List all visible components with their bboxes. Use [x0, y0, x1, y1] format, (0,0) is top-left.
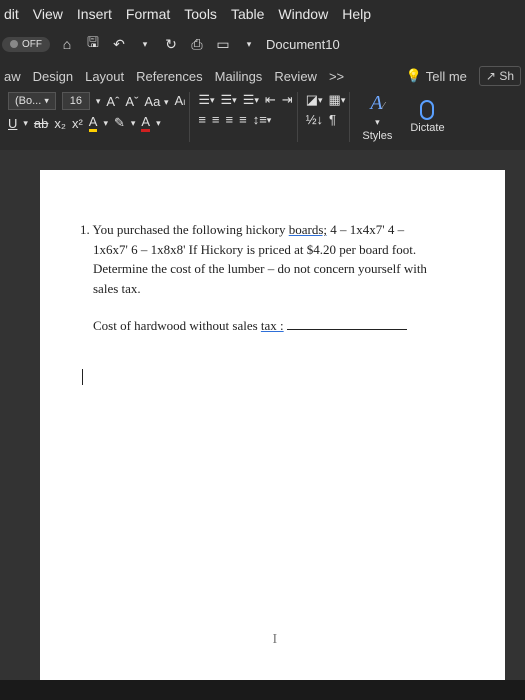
borders-button[interactable]: ▦▾ [329, 92, 346, 108]
highlight-button[interactable]: A [89, 114, 98, 132]
sort-button[interactable]: ½↓ [306, 112, 323, 127]
text-line: 4 – 1x4x7' 4 – [327, 222, 404, 237]
styles-label: Styles [362, 130, 392, 142]
undo-icon[interactable]: ↶ [110, 36, 128, 53]
document-viewport[interactable]: 1. You purchased the following hickory b… [0, 150, 525, 680]
microphone-icon [420, 100, 434, 120]
list-number: 1. [80, 222, 90, 237]
document-page[interactable]: 1. You purchased the following hickory b… [40, 170, 505, 680]
chevron-down-icon[interactable]: ▾ [103, 118, 108, 129]
align-center-button[interactable]: ≡ [212, 112, 220, 127]
underlined-word: boards; [289, 222, 327, 237]
font-group: (Bo... ▾ 16 ▾ Aˆ Aˇ Aa ▾ Aₗ U ▾ ab x₂ x²… [4, 92, 190, 142]
menu-window[interactable]: Window [278, 6, 328, 22]
change-case-label: Aa [144, 94, 160, 109]
home-icon[interactable]: ⌂ [58, 36, 76, 52]
chevron-down-icon[interactable]: ▾ [96, 96, 101, 107]
align-left-button[interactable]: ≡ [198, 112, 206, 127]
align-right-button[interactable]: ≡ [226, 112, 234, 127]
text-line: sales tax. [93, 281, 141, 296]
text-line: You purchased the following hickory [93, 222, 289, 237]
menu-view[interactable]: View [33, 6, 63, 22]
menu-format[interactable]: Format [126, 6, 170, 22]
decrease-indent-button[interactable]: ⇤ [265, 92, 276, 108]
dictate-button[interactable]: Dictate [404, 92, 450, 142]
document-title: Document10 [266, 37, 340, 52]
menu-tools[interactable]: Tools [184, 6, 217, 22]
menu-help[interactable]: Help [342, 6, 371, 22]
strikethrough-button[interactable]: ab [34, 116, 48, 131]
toggle-dot-icon [10, 40, 18, 48]
undo-dropdown-icon[interactable]: ▾ [136, 39, 154, 50]
problem-text: 1. You purchased the following hickory b… [80, 220, 465, 298]
share-icon: ↗ [486, 69, 496, 83]
shading-button[interactable]: ◪▾ [306, 92, 323, 108]
chevron-down-icon[interactable]: ▾ [23, 118, 28, 129]
title-bar: OFF ⌂ 🖫 ↶ ▾ ↻ ⎙ ▭ ▾ Document10 [0, 28, 525, 60]
styles-group[interactable]: A⁄ ▾ Styles [354, 92, 400, 142]
numbering-button[interactable]: ☰▾ [221, 92, 237, 108]
underlined-word: tax : [261, 318, 284, 333]
menu-table[interactable]: Table [231, 6, 264, 22]
paragraph-group-2: ◪▾ ▦▾ ½↓ ¶ [302, 92, 351, 142]
tab-review[interactable]: Review [274, 69, 317, 84]
menu-bar: dit View Insert Format Tools Table Windo… [0, 0, 525, 28]
menu-edit[interactable]: dit [4, 6, 19, 22]
text-cursor [82, 369, 83, 385]
prompt-text: Cost of hardwood without sales [93, 318, 261, 333]
increase-indent-button[interactable]: ⇥ [282, 92, 293, 108]
tab-mailings[interactable]: Mailings [215, 69, 263, 84]
redo-icon[interactable]: ↻ [162, 36, 180, 53]
bulb-icon: 💡 [406, 68, 422, 84]
share-button[interactable]: ↗ Sh [479, 66, 521, 86]
qat-customize-icon[interactable]: ▾ [240, 39, 258, 50]
change-case-button[interactable]: Aa ▾ [144, 94, 168, 109]
chevron-down-icon: ▾ [44, 96, 49, 106]
font-name-select[interactable]: (Bo... ▾ [8, 92, 56, 110]
text-line: Determine the cost of the lumber – do no… [93, 261, 427, 276]
grow-font-button[interactable]: Aˆ [106, 94, 119, 109]
present-icon[interactable]: ▭ [214, 36, 232, 53]
font-name-value: (Bo... [15, 95, 41, 107]
font-size-select[interactable]: 16 [62, 92, 90, 110]
show-marks-button[interactable]: ¶ [329, 112, 336, 127]
tell-me-label: Tell me [426, 69, 467, 84]
print-icon[interactable]: ⎙ [188, 36, 206, 53]
chevron-down-icon[interactable]: ▾ [131, 118, 136, 129]
tab-references[interactable]: References [136, 69, 202, 84]
chevron-down-icon: ▾ [164, 97, 169, 107]
superscript-button[interactable]: x² [72, 116, 83, 131]
text-line: 1x6x7' 6 – 1x8x8' If Hickory is priced a… [93, 242, 416, 257]
i-beam-icon: I [273, 629, 278, 650]
clear-format-button[interactable]: Aₗ [174, 93, 185, 109]
tab-draw[interactable]: aw [4, 69, 21, 84]
underline-button[interactable]: U [8, 116, 17, 131]
justify-button[interactable]: ≡ [239, 112, 247, 127]
bullets-button[interactable]: ☰▾ [198, 92, 214, 108]
tabs-overflow[interactable]: >> [329, 69, 344, 84]
autosave-toggle[interactable]: OFF [2, 37, 50, 52]
answer-blank [287, 329, 407, 330]
save-icon[interactable]: 🖫 [84, 32, 102, 56]
tab-design[interactable]: Design [33, 69, 73, 84]
line-spacing-button[interactable]: ↕≡▾ [253, 112, 272, 127]
styles-icon: A⁄ [370, 92, 384, 115]
ribbon-tabs: aw Design Layout References Mailings Rev… [0, 60, 525, 88]
dictate-label: Dictate [410, 122, 444, 134]
share-label: Sh [499, 69, 514, 83]
chevron-down-icon[interactable]: ▾ [156, 118, 161, 129]
chevron-down-icon: ▾ [375, 117, 380, 128]
menu-insert[interactable]: Insert [77, 6, 112, 22]
subscript-button[interactable]: x₂ [54, 116, 66, 131]
font-color-button[interactable]: A [141, 114, 150, 132]
autosave-label: OFF [22, 39, 42, 50]
ribbon-toolbar: (Bo... ▾ 16 ▾ Aˆ Aˇ Aa ▾ Aₗ U ▾ ab x₂ x²… [0, 88, 525, 150]
paragraph-group: ☰▾ ☰▾ ☰▾ ⇤ ⇥ ≡ ≡ ≡ ≡ ↕≡▾ [194, 92, 297, 142]
multilevel-button[interactable]: ☰▾ [243, 92, 259, 108]
tell-me-search[interactable]: 💡 Tell me [406, 68, 467, 84]
tab-layout[interactable]: Layout [85, 69, 124, 84]
shrink-font-button[interactable]: Aˇ [125, 94, 138, 109]
pen-icon[interactable]: ✎ [114, 115, 125, 131]
answer-prompt: Cost of hardwood without sales tax : [80, 316, 465, 336]
